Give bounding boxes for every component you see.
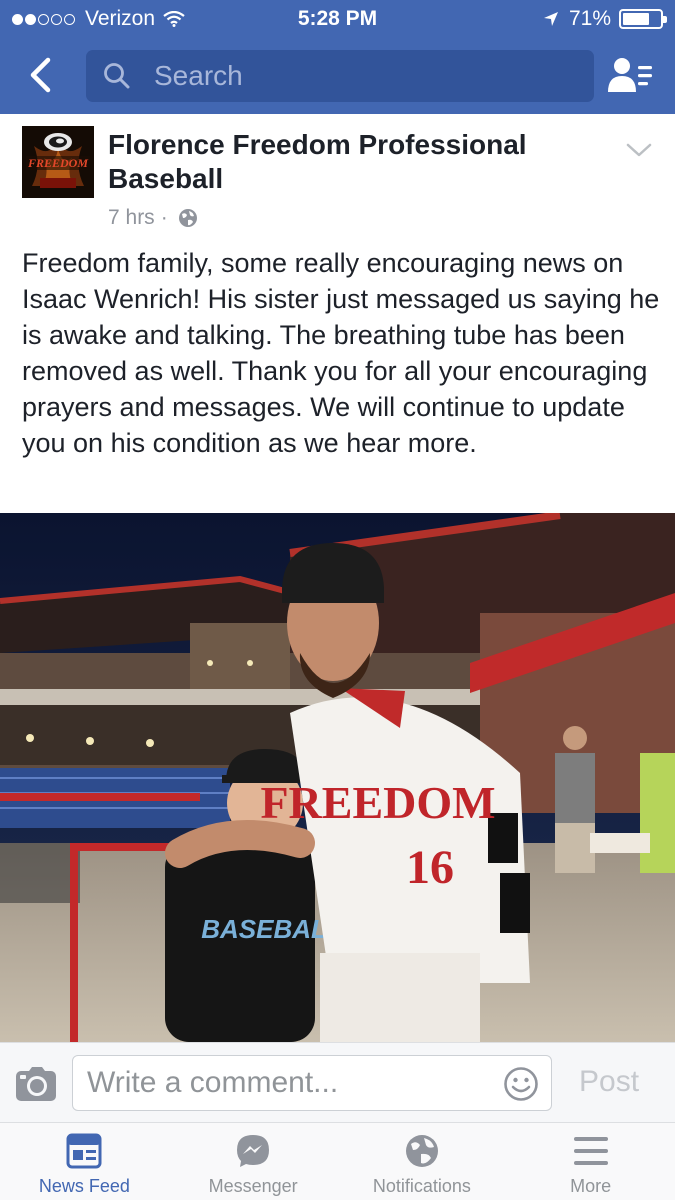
- messenger-icon: [237, 1135, 270, 1167]
- battery-icon: [619, 9, 667, 29]
- meta-separator: ·: [160, 206, 168, 229]
- menu-icon: [573, 1137, 608, 1165]
- page-name-link[interactable]: Florence Freedom Professional Baseball: [108, 128, 578, 196]
- post-meta: 7 hrs ·: [108, 206, 198, 230]
- post-photo[interactable]: BASEBALL FREEDOM 16: [0, 513, 675, 1042]
- back-chevron-icon: [30, 57, 51, 93]
- post-header: FREEDOM Florence Freedom Professional Ba…: [0, 114, 675, 244]
- stadium-photo: BASEBALL FREEDOM 16: [0, 513, 675, 1042]
- comment-input[interactable]: [87, 1066, 487, 1100]
- news-feed-icon: [66, 1133, 102, 1169]
- tab-label: News Feed: [38, 1176, 130, 1196]
- tab-more[interactable]: More: [506, 1123, 675, 1200]
- post-timestamp[interactable]: 7 hrs: [108, 206, 155, 230]
- camera-button[interactable]: [16, 1067, 56, 1101]
- comment-field[interactable]: [72, 1055, 552, 1111]
- globe-icon: [405, 1135, 438, 1167]
- back-button[interactable]: [22, 54, 58, 96]
- battery-nub: [663, 16, 667, 23]
- post-options-chevron-down-icon[interactable]: [624, 140, 654, 160]
- search-icon: [104, 63, 130, 89]
- search-input[interactable]: [154, 60, 554, 92]
- camera-icon: [16, 1067, 56, 1101]
- status-right: 71%: [543, 7, 667, 31]
- tab-bar: News Feed Messenger Notifications More: [0, 1122, 675, 1200]
- post-comment-button[interactable]: Post: [579, 1065, 639, 1099]
- emoji-icon[interactable]: [503, 1066, 539, 1102]
- tab-label: Messenger: [208, 1176, 298, 1196]
- page-avatar[interactable]: FREEDOM: [22, 126, 94, 198]
- freedom-logo: FREEDOM: [22, 126, 94, 198]
- jersey-number: 16: [406, 841, 454, 894]
- tab-label: Notifications: [372, 1176, 471, 1196]
- comment-bar: Post: [0, 1042, 675, 1122]
- post-text: Freedom family, some really encouraging …: [22, 248, 660, 458]
- battery-fill: [623, 13, 649, 25]
- status-bar: Verizon 5:28 PM 71%: [0, 0, 675, 38]
- tab-messenger[interactable]: Messenger: [169, 1123, 338, 1200]
- location-arrow-icon: [543, 12, 558, 26]
- jersey-text: FREEDOM: [260, 777, 495, 828]
- globe-icon: [178, 209, 197, 227]
- friend-requests-button[interactable]: [606, 54, 658, 98]
- search-bar[interactable]: [86, 50, 594, 102]
- tab-news-feed[interactable]: News Feed: [0, 1123, 169, 1200]
- avatar-logo-text: FREEDOM: [27, 156, 88, 170]
- tab-notifications[interactable]: Notifications: [338, 1123, 507, 1200]
- friend-requests-icon: [608, 58, 652, 92]
- top-header: Verizon 5:28 PM 71%: [0, 0, 675, 114]
- tab-label: More: [570, 1176, 612, 1196]
- battery-percent: 71%: [568, 7, 611, 30]
